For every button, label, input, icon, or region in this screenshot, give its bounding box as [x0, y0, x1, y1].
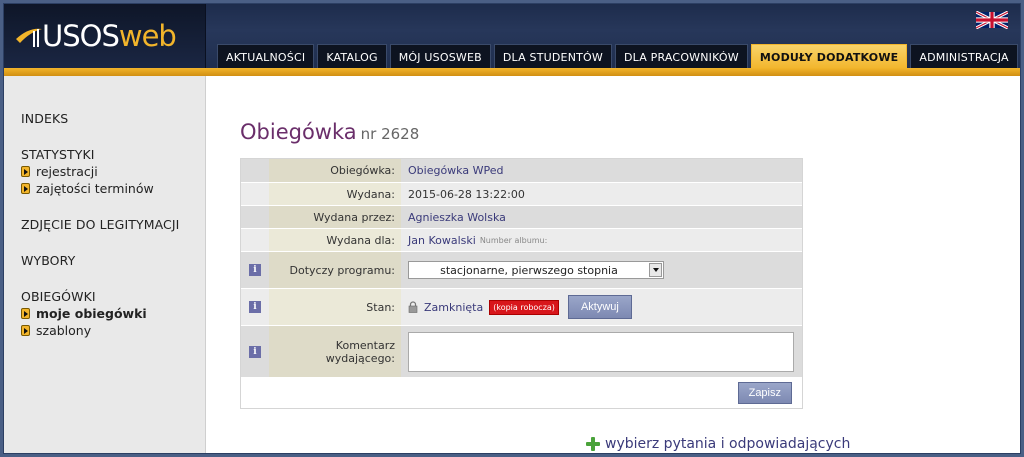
- tab-katalog[interactable]: KATALOG: [317, 44, 387, 69]
- issuer-name: Agnieszka Wolska: [408, 210, 506, 224]
- header-accent-bar: [4, 68, 1020, 76]
- value-wydana-przez: Agnieszka Wolska: [401, 206, 802, 228]
- row-stan: i Stan: Zamknięta (kopia robocza) Aktywu…: [241, 288, 802, 325]
- row-program: i Dotyczy programu: stacjonarne, pierwsz…: [241, 251, 802, 288]
- value-program: stacjonarne, pierwszego stopnia: [401, 252, 802, 288]
- sidebar-item-moje-obiegowki[interactable]: moje obiegówki: [21, 306, 205, 321]
- row-icon-cell: [241, 183, 269, 205]
- info-icon[interactable]: i: [249, 345, 261, 358]
- value-obiegowka[interactable]: Obiegówka WPed: [401, 159, 802, 182]
- row-wydana-dla: Wydana dla: Jan Kowalski Number albumu:: [241, 228, 802, 251]
- row-obiegowka: Obiegówka: Obiegówka WPed: [241, 159, 802, 182]
- label-wydana-dla: Wydana dla:: [269, 229, 401, 251]
- tab-moduly-dodatkowe[interactable]: MODUŁY DODATKOWE: [750, 44, 908, 69]
- sidebar-item-label: moje obiegówki: [36, 306, 147, 321]
- form-footer: Zapisz: [241, 378, 802, 408]
- sidebar: INDEKS STATYSTYKI rejestracji zajętości …: [4, 76, 206, 453]
- label-program: Dotyczy programu:: [269, 252, 401, 288]
- label-comment: Komentarz wydającego:: [269, 326, 401, 377]
- save-button[interactable]: Zapisz: [737, 382, 792, 404]
- program-select[interactable]: stacjonarne, pierwszego stopnia: [408, 261, 664, 279]
- sidebar-item-zdjecie-do-legitymacji[interactable]: ZDJĘCIE DO LEGITYMACJI: [21, 217, 205, 232]
- chevron-down-icon[interactable]: [649, 263, 662, 277]
- sidebar-item-zajetosci-terminow[interactable]: zajętości terminów: [21, 181, 205, 196]
- sidebar-group-statystyki: STATYSTYKI rejestracji zajętości terminó…: [21, 147, 205, 196]
- label-stan: Stan:: [269, 289, 401, 325]
- tab-dla-pracownikow[interactable]: DLA PRACOWNIKÓW: [615, 44, 748, 69]
- sidebar-group-zdjecie: ZDJĘCIE DO LEGITYMACJI: [21, 217, 205, 232]
- sidebar-item-szablony[interactable]: szablony: [21, 323, 205, 338]
- bullet-arrow-icon: [21, 325, 30, 336]
- label-wydana-przez: Wydana przez:: [269, 206, 401, 228]
- bullet-arrow-icon: [21, 166, 30, 177]
- label-wydana: Wydana:: [269, 183, 401, 205]
- app-window: USOSweb AKTUALNOŚCI KATALOG MÓJ USOSWEB …: [3, 3, 1021, 454]
- status-text: Zamknięta: [424, 300, 484, 314]
- tab-moj-usosweb[interactable]: MÓJ USOSWEB: [389, 44, 491, 69]
- row-icon-cell: [241, 229, 269, 251]
- album-number-note: Number albumu:: [479, 235, 548, 245]
- label-obiegowka: Obiegówka:: [269, 159, 401, 182]
- logo-area: USOSweb: [4, 4, 206, 70]
- row-wydana-przez: Wydana przez: Agnieszka Wolska: [241, 205, 802, 228]
- row-icon-cell: [241, 206, 269, 228]
- obiegowka-link[interactable]: Obiegówka WPed: [408, 164, 503, 177]
- status-badge: (kopia robocza): [489, 299, 559, 315]
- info-icon[interactable]: i: [249, 264, 261, 276]
- activate-button[interactable]: Aktywuj: [567, 295, 632, 319]
- select-questions-link[interactable]: wybierz pytania i odpowiadających: [586, 436, 850, 452]
- main-content: Obiegówka nr 2628 Obiegówka: Obiegówka WP…: [240, 76, 1020, 453]
- row-footer: Zapisz: [241, 377, 802, 408]
- select-questions-link-text: wybierz pytania i odpowiadających: [605, 436, 851, 452]
- sidebar-group-indeks: INDEKS: [21, 111, 205, 126]
- sidebar-item-label: rejestracji: [36, 164, 98, 179]
- info-icon[interactable]: i: [249, 301, 261, 313]
- bullet-arrow-icon: [21, 183, 30, 194]
- row-icon-cell: i: [241, 326, 269, 377]
- bullet-arrow-icon: [21, 308, 30, 319]
- row-icon-cell: i: [241, 252, 269, 288]
- page-title-text: Obiegówka: [240, 120, 357, 144]
- value-wydana: 2015-06-28 13:22:00: [401, 183, 802, 205]
- sidebar-item-label: zajętości terminów: [36, 181, 154, 196]
- sidebar-group-obiegowki: OBIEGÓWKI moje obiegówki szablony: [21, 289, 205, 338]
- header: USOSweb AKTUALNOŚCI KATALOG MÓJ USOSWEB …: [4, 4, 1020, 70]
- sidebar-group-wybory: WYBORY: [21, 253, 205, 268]
- sidebar-item-indeks[interactable]: INDEKS: [21, 111, 205, 126]
- sidebar-item-label: szablony: [36, 323, 92, 338]
- plus-icon: [586, 437, 600, 451]
- page-title: Obiegówka nr 2628: [240, 120, 419, 144]
- tab-administracja[interactable]: ADMINISTRACJA: [910, 44, 1018, 69]
- uk-flag-icon[interactable]: [976, 11, 1008, 29]
- sidebar-item-wybory[interactable]: WYBORY: [21, 253, 205, 268]
- sidebar-item-statystyki[interactable]: STATYSTYKI: [21, 147, 205, 162]
- lock-icon: [408, 301, 418, 313]
- sidebar-item-obiegowki[interactable]: OBIEGÓWKI: [21, 289, 205, 304]
- comment-textarea[interactable]: [408, 331, 794, 372]
- tab-dla-studentow[interactable]: DLA STUDENTÓW: [493, 44, 612, 69]
- obiegowka-form: Obiegówka: Obiegówka WPed Wydana: 2015-0…: [240, 158, 803, 409]
- row-icon-cell: [241, 159, 269, 182]
- value-comment: [401, 326, 802, 377]
- row-comment: i Komentarz wydającego:: [241, 325, 802, 377]
- value-wydana-dla: Jan Kowalski Number albumu:: [401, 229, 802, 251]
- recipient-name: Jan Kowalski: [408, 233, 476, 247]
- row-icon-cell: i: [241, 289, 269, 325]
- program-select-value: stacjonarne, pierwszego stopnia: [440, 263, 618, 277]
- page-title-number: nr 2628: [360, 125, 420, 143]
- main-nav: AKTUALNOŚCI KATALOG MÓJ USOSWEB DLA STUD…: [217, 44, 1018, 70]
- row-wydana: Wydana: 2015-06-28 13:22:00: [241, 182, 802, 205]
- sidebar-item-rejestracji[interactable]: rejestracji: [21, 164, 205, 179]
- logo-text: USOSweb: [42, 19, 177, 53]
- usosweb-logo[interactable]: USOSweb: [14, 16, 177, 56]
- logo-swoosh-icon: [16, 28, 42, 47]
- value-stan: Zamknięta (kopia robocza) Aktywuj: [401, 289, 802, 325]
- tab-aktualnosci[interactable]: AKTUALNOŚCI: [217, 44, 315, 69]
